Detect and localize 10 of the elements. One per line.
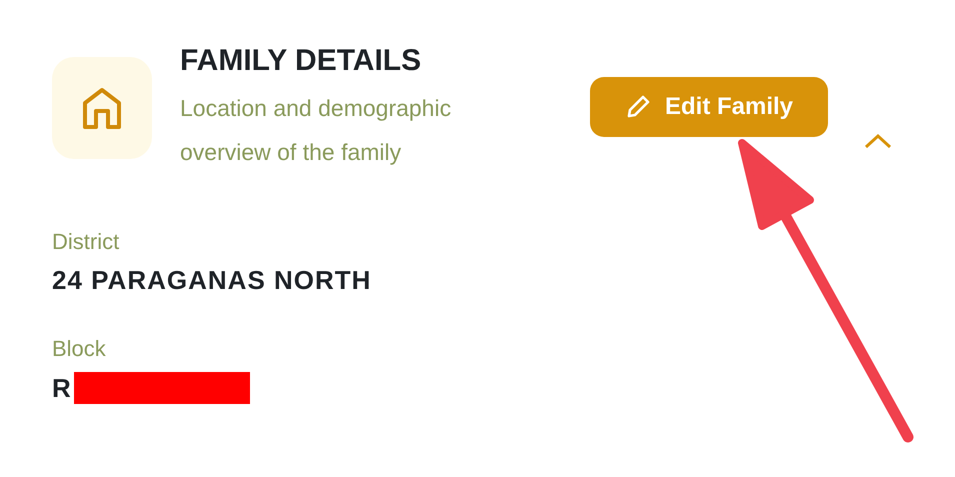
section-subtitle: Location and demographic overview of the family xyxy=(180,94,452,167)
field-value: 24 PARAGANAS NORTH xyxy=(52,265,372,296)
house-icon xyxy=(82,87,122,129)
chevron-up-icon[interactable] xyxy=(864,133,892,149)
edit-button[interactable]: Edit Family xyxy=(590,77,828,137)
field-value: R xyxy=(52,372,72,404)
section-title: FAMILY DETAILS xyxy=(180,44,422,78)
field-label: District xyxy=(52,229,120,255)
pencil-icon xyxy=(624,94,651,120)
field-label: Block xyxy=(52,336,107,362)
